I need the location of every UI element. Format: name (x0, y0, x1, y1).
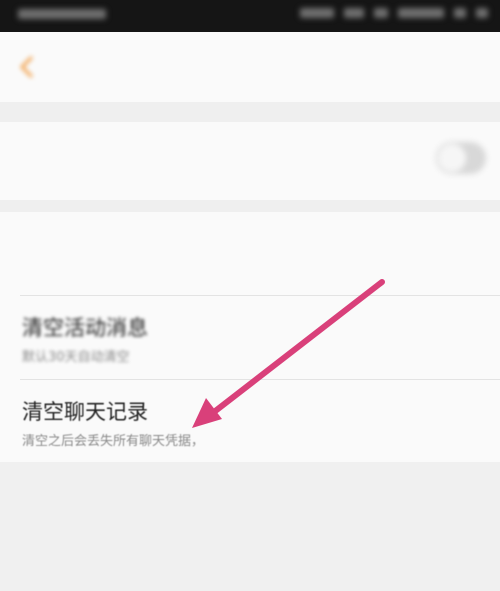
list-item-clear-activity-messages[interactable]: 清空活动消息 默认30天自动清空 (0, 296, 500, 380)
battery-icon (374, 8, 388, 18)
status-bar (0, 0, 500, 32)
list-item-subtitle: 清空之后会丢失所有聊天凭据， (22, 430, 204, 449)
nav-bar (0, 32, 500, 102)
list-item-clear-chat-history[interactable]: 清空聊天记录 清空之后会丢失所有聊天凭据， (0, 380, 500, 464)
toggle-knob (438, 144, 466, 172)
list-item-title: 清空活动消息 (22, 316, 148, 340)
toggle-setting-row[interactable] (0, 122, 500, 200)
carrier-info (18, 9, 106, 19)
list-item-subtitle: 默认30天自动清空 (22, 350, 130, 365)
network-icon (300, 8, 334, 18)
section-gap (0, 102, 500, 122)
toggle-switch[interactable] (436, 142, 486, 174)
empty-area (0, 462, 500, 591)
settings-list: 清空活动消息 默认30天自动清空 清空聊天记录 清空之后会丢失所有聊天凭据， (0, 212, 500, 462)
subtitle-text: 清空之后会丢失所有聊天凭据， (22, 434, 205, 449)
list-item-title: 清空聊天记录 (22, 400, 148, 424)
section-gap (0, 200, 500, 212)
time (398, 8, 444, 18)
status-left (18, 9, 106, 22)
signal-icon (454, 8, 466, 18)
alarm-icon (476, 8, 488, 18)
status-right (300, 8, 488, 18)
list-item-clear-messages[interactable] (0, 212, 500, 296)
chevron-left-icon[interactable] (14, 54, 40, 80)
wifi-icon (344, 8, 364, 18)
